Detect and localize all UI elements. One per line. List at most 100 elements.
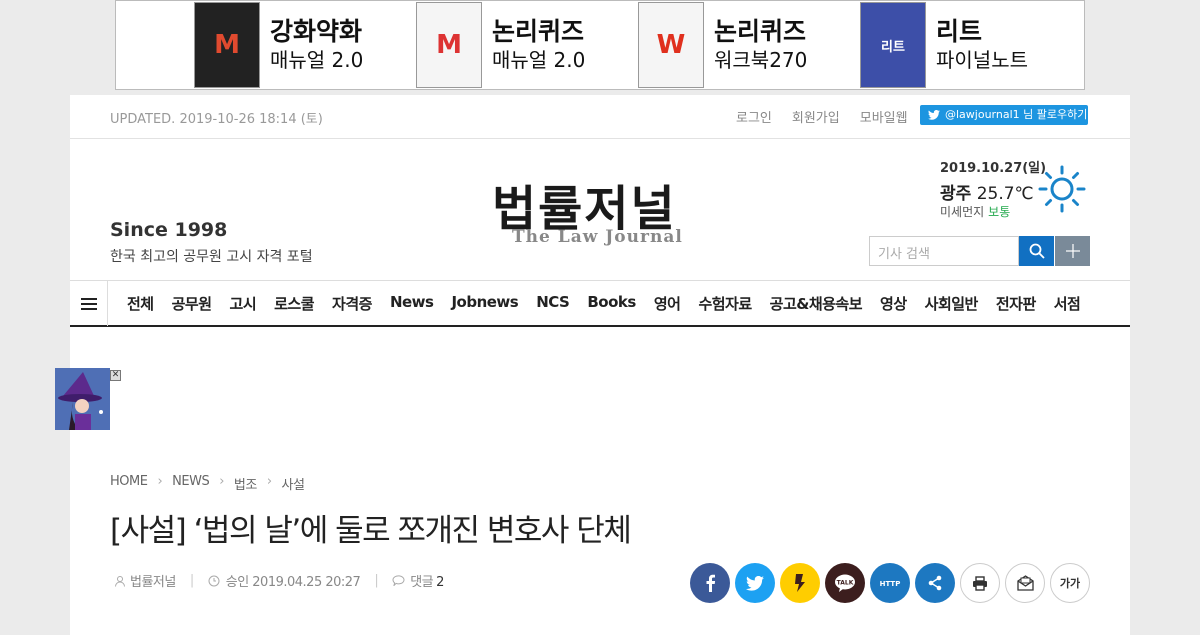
book-cover: W [638, 2, 704, 88]
user-icon [115, 575, 125, 587]
nav-item[interactable]: 전자판 [987, 293, 1045, 314]
hamburger-menu-button[interactable] [70, 281, 108, 326]
sun-icon [1038, 165, 1086, 213]
top-banner-ad[interactable]: M 강화약화 매뉴얼 2.0 M 논리퀴즈 매뉴얼 2.0 W 논리퀴즈 워크북270… [115, 0, 1085, 90]
font-size-icon: 가가 [1059, 577, 1081, 590]
print-icon [972, 575, 988, 591]
dust-value: 보통 [988, 205, 1011, 219]
site-logo-english[interactable]: The Law Journal [512, 227, 683, 247]
breadcrumb-law[interactable]: 법조 [234, 474, 257, 493]
chevron-right-icon: › [219, 474, 224, 489]
main-nav: 전체 공무원 고시 로스쿨 자격증 News Jobnews NCS Books 영어 수험자료 공고… [70, 281, 1130, 327]
comments-link[interactable]: 댓글 2 [410, 571, 444, 590]
book-cover: M [194, 2, 260, 88]
url-icon: HTTP [878, 578, 902, 588]
nav-item[interactable]: News [381, 293, 443, 314]
weather-temp: 25.7℃ [976, 184, 1034, 204]
nav-item[interactable]: 사회일반 [916, 293, 987, 314]
clock-icon [208, 575, 220, 586]
search-icon [1029, 243, 1045, 259]
banner-subtitle: 파이널노트 [936, 48, 1028, 72]
nav-items: 전체 공무원 고시 로스쿨 자격증 News Jobnews NCS Books 영어 수험자료 공고… [108, 293, 1089, 314]
divider: | [374, 573, 379, 588]
banner-item-3[interactable]: W 논리퀴즈 워크북270 [638, 1, 858, 89]
floating-ad-image[interactable] [55, 368, 110, 430]
kakaostory-icon [794, 573, 806, 593]
twitter-share-button[interactable] [735, 563, 775, 603]
signup-link[interactable]: 회원가입 [792, 107, 840, 126]
nav-item[interactable]: 고시 [221, 293, 266, 314]
nav-item[interactable]: 로스쿨 [265, 293, 323, 314]
svg-text:TALK: TALK [837, 580, 854, 587]
banner-title: 리트 [936, 17, 983, 46]
masthead: Since 1998 한국 최고의 공무원 고시 자격 포털 법률저널 The … [70, 139, 1130, 281]
kakaotalk-share-button[interactable]: TALK [825, 563, 865, 603]
top-links: 로그인 회원가입 모바일웹 [736, 107, 908, 126]
close-ad-button[interactable]: ✕ [110, 370, 121, 381]
nav-item[interactable]: 영상 [871, 293, 916, 314]
nav-item[interactable]: 자격증 [323, 293, 381, 314]
chevron-right-icon: › [157, 474, 163, 489]
nav-item[interactable]: Books [578, 293, 644, 314]
breadcrumb-home[interactable]: HOME [110, 474, 148, 493]
dust-label: 미세먼지 [940, 205, 985, 219]
slogan-text: 한국 최고의 공무원 고시 자격 포털 [110, 249, 313, 265]
nav-item[interactable]: 서점 [1045, 293, 1090, 314]
book-cover: M [416, 2, 482, 88]
banner-item-4[interactable]: 리트 리트 파이널노트 [860, 1, 1080, 89]
nav-item[interactable]: 공무원 [163, 293, 221, 314]
breadcrumb-editorial[interactable]: 사설 [282, 474, 305, 493]
weather-city: 광주 [940, 184, 972, 204]
nav-item[interactable]: 영어 [645, 293, 690, 314]
banner-title: 강화약화 [270, 17, 363, 46]
facebook-share-button[interactable] [690, 563, 730, 603]
article-author: 법률저널 [130, 575, 176, 590]
nav-item[interactable]: 전체 [118, 293, 163, 314]
book-cover: 리트 [860, 2, 926, 88]
banner-title: 논리퀴즈 [492, 17, 585, 46]
banner-title: 논리퀴즈 [714, 17, 807, 46]
svg-text:HTTP: HTTP [880, 580, 901, 588]
since-text: Since 1998 [110, 219, 228, 241]
comment-icon [392, 575, 405, 586]
twitter-follow-button[interactable]: @lawjournal1 님 팔로우하기 [920, 105, 1088, 125]
detail-search-button[interactable] [1055, 236, 1090, 266]
email-button[interactable] [1005, 563, 1045, 603]
breadcrumb-news[interactable]: NEWS [172, 474, 210, 493]
banner-subtitle: 매뉴얼 2.0 [270, 48, 364, 72]
breadcrumb: HOME › NEWS › 법조 › 사설 [110, 474, 305, 493]
nav-item[interactable]: NCS [527, 293, 578, 314]
nav-item[interactable]: Jobnews [442, 293, 527, 314]
search-button[interactable] [1019, 236, 1054, 266]
more-share-share-button[interactable] [915, 563, 955, 603]
nav-item[interactable]: 공고&채용속보 [761, 293, 871, 314]
nav-item[interactable]: 수험자료 [689, 293, 760, 314]
twitter-follow-label: @lawjournal1 님 팔로우하기 [945, 108, 1088, 121]
login-link[interactable]: 로그인 [736, 107, 772, 126]
updated-timestamp: UPDATED. 2019-10-26 18:14 (토) [110, 112, 323, 127]
banner-item-2[interactable]: M 논리퀴즈 매뉴얼 2.0 [416, 1, 636, 89]
share-toolbar: TALK HTTP 가가 [690, 563, 1090, 603]
font-size-button[interactable]: 가가 [1050, 563, 1090, 603]
mobile-web-link[interactable]: 모바일웹 [860, 107, 908, 126]
page-container: UPDATED. 2019-10-26 18:14 (토) 로그인 회원가입 모… [70, 95, 1130, 635]
plus-icon [1065, 244, 1080, 258]
banner-subtitle: 워크북270 [714, 48, 808, 72]
divider: | [189, 573, 194, 588]
print-button[interactable] [960, 563, 1000, 603]
chevron-right-icon: › [266, 474, 272, 489]
comments-count: 2 [436, 575, 444, 590]
url-share-button[interactable]: HTTP [870, 563, 910, 603]
email-icon [1016, 575, 1034, 591]
comments-label: 댓글 [410, 575, 434, 590]
weather-city-temp: 광주 25.7℃ [940, 179, 1034, 204]
twitter-icon [928, 110, 940, 120]
article-title: [사설] ‘법의 날’에 둘로 쪼개진 변호사 단체 [110, 513, 632, 549]
top-utility-bar: UPDATED. 2019-10-26 18:14 (토) 로그인 회원가입 모… [70, 95, 1130, 139]
banner-item-1[interactable]: M 강화약화 매뉴얼 2.0 [194, 1, 414, 89]
twitter-icon [746, 575, 764, 591]
article-meta: 법률저널 | 승인 2019.04.25 20:27 | 댓글 2 [114, 571, 444, 590]
kakaostory-share-button[interactable] [780, 563, 820, 603]
search-input[interactable]: 기사 검색 [869, 236, 1019, 266]
weather-date: 2019.10.27(일) [940, 161, 1047, 176]
